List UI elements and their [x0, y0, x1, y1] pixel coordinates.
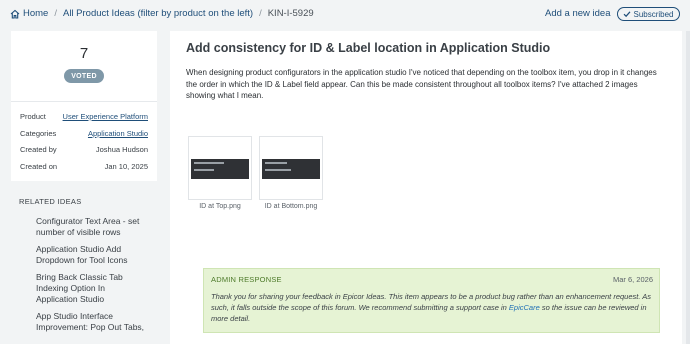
related-idea-text: App Studio Interface	[36, 311, 114, 321]
admin-response-label: ADMIN RESPONSE	[211, 275, 282, 284]
subscribed-button[interactable]: Subscribed	[617, 7, 680, 21]
related-idea-text: number of visible rows	[36, 227, 121, 237]
attachment-image	[191, 159, 249, 179]
idea-detail-card: Add consistency for ID & Label location …	[170, 31, 682, 344]
vote-card: 7 VOTED Product User Experience Platform…	[11, 31, 157, 181]
check-icon	[624, 11, 631, 18]
related-idea-text: Dropdown for Tool Icons	[36, 255, 128, 265]
meta-product-label: Product	[20, 112, 46, 121]
admin-response-text: Thank you for sharing your feedback in E…	[211, 291, 655, 324]
attachment-name[interactable]: ID at Top.png	[188, 203, 252, 210]
related-ideas-list: Configurator Text Area - set number of v…	[36, 216, 154, 339]
thumbnail-line	[194, 162, 224, 164]
voted-button[interactable]: VOTED	[64, 69, 104, 83]
meta-created-by-value: Joshua Hudson	[95, 145, 148, 154]
related-ideas-title: RELATED IDEAS	[19, 197, 82, 206]
related-idea-text: Application Studio	[36, 294, 105, 304]
meta-categories-label: Categories	[20, 129, 57, 138]
attachment-thumbnail[interactable]	[259, 136, 323, 200]
attachment-image	[262, 159, 320, 179]
top-bar: Home / All Product Ideas (filter by prod…	[0, 0, 690, 30]
related-idea-text: Bring Back Classic Tab	[36, 272, 123, 282]
idea-title: Add consistency for ID & Label location …	[186, 41, 551, 55]
thumbnail-line	[265, 162, 287, 164]
breadcrumb-all-ideas-link[interactable]: All Product Ideas (filter by product on …	[63, 8, 253, 19]
related-idea-link[interactable]: Configurator Text Area - set number of v…	[36, 216, 154, 238]
meta-categories-row: Categories Application Studio	[20, 129, 148, 138]
scrollbar[interactable]	[686, 31, 690, 344]
meta-categories-link[interactable]: Application Studio	[88, 129, 148, 138]
breadcrumb-separator: /	[259, 8, 262, 19]
breadcrumb-current: KIN-I-5929	[267, 8, 314, 19]
idea-description: When designing product configurators in …	[186, 68, 657, 100]
related-idea-text: Improvement: Pop Out Tabs,	[36, 322, 145, 332]
breadcrumb: Home / All Product Ideas (filter by prod…	[10, 8, 314, 19]
meta-created-on-row: Created on Jan 10, 2025	[20, 162, 148, 171]
meta-created-on-value: Jan 10, 2025	[104, 162, 148, 171]
related-idea-link[interactable]: Application Studio Add Dropdown for Tool…	[36, 244, 154, 266]
add-idea-link[interactable]: Add a new idea	[545, 8, 611, 19]
related-idea-link[interactable]: Bring Back Classic Tab Indexing Option I…	[36, 272, 154, 305]
thumbnail-line	[265, 169, 291, 171]
related-idea-text: Configurator Text Area - set	[36, 216, 140, 226]
divider	[11, 101, 157, 102]
subscribed-label: Subscribed	[633, 9, 674, 19]
vote-count: 7	[79, 45, 89, 62]
attachment-thumbnail[interactable]	[188, 136, 252, 200]
related-idea-text: Indexing Option In	[36, 283, 105, 293]
admin-response: ADMIN RESPONSE Mar 6, 2026 Thank you for…	[203, 268, 660, 333]
home-icon[interactable]	[10, 9, 20, 19]
breadcrumb-home-link[interactable]: Home	[23, 8, 48, 19]
meta-created-by-row: Created by Joshua Hudson	[20, 145, 148, 154]
meta-product-row: Product User Experience Platform	[20, 112, 148, 121]
meta-created-by-label: Created by	[20, 145, 57, 154]
related-idea-text: Application Studio Add	[36, 244, 122, 254]
meta-product-link[interactable]: User Experience Platform	[63, 112, 148, 121]
attachment-name[interactable]: ID at Bottom.png	[259, 203, 323, 210]
admin-response-date: Mar 6, 2026	[612, 275, 653, 284]
meta-created-on-label: Created on	[20, 162, 58, 171]
breadcrumb-separator: /	[54, 8, 57, 19]
thumbnail-line	[194, 169, 214, 171]
related-idea-link[interactable]: App Studio Interface Improvement: Pop Ou…	[36, 311, 154, 333]
epiccare-link[interactable]: EpicCare	[509, 303, 540, 312]
